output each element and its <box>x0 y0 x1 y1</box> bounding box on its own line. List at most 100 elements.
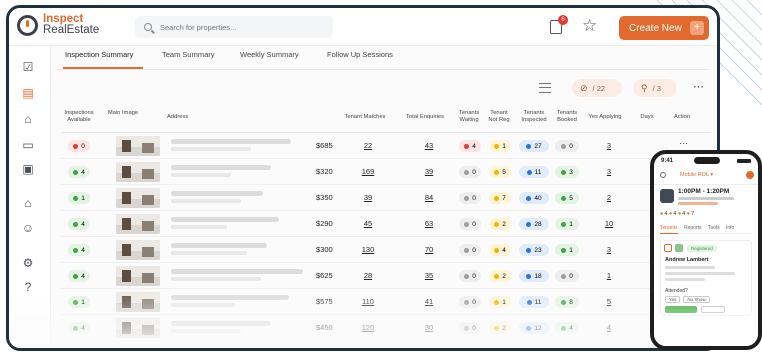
more-options-icon[interactable]: ⋯ <box>693 80 705 93</box>
tab-team-summary[interactable]: Team Summary <box>162 50 215 59</box>
pinned-columns-button[interactable]: ⚲ / 3 <box>633 79 677 97</box>
col-main-image[interactable]: Main Image <box>101 110 145 117</box>
col-total-enquiries[interactable]: Total Enquiries <box>401 114 449 121</box>
home-icon[interactable]: ⌂ <box>21 196 35 210</box>
tenant-matches-link[interactable]: 22 <box>356 141 380 150</box>
yes-applying-link[interactable]: 10 <box>597 219 621 228</box>
col-tenants-waiting[interactable]: Tenants Waiting <box>455 110 483 124</box>
booked-chip[interactable]: 3 <box>555 166 579 178</box>
phone-tab-tenants[interactable]: Tenants <box>660 225 678 231</box>
tab-follow-up-sessions[interactable]: Follow Up Sessions <box>327 50 393 59</box>
create-new-button[interactable]: Create New + <box>619 16 709 40</box>
yes-applying-link[interactable]: 1 <box>597 271 621 280</box>
phone-active-tab-indicator <box>660 233 678 234</box>
waiting-chip[interactable]: 0 <box>459 192 481 204</box>
not-reg-chip[interactable]: 7 <box>489 192 511 204</box>
total-enquiries-link[interactable]: 70 <box>417 245 441 254</box>
not-reg-chip[interactable]: 2 <box>489 218 511 230</box>
tab-inspection-summary[interactable]: Inspection Summary <box>65 50 133 59</box>
yes-applying-link[interactable]: 3 <box>597 245 621 254</box>
phone-tab-info[interactable]: Info <box>726 225 734 231</box>
col-action[interactable]: Action <box>669 114 695 121</box>
logo[interactable]: Inspect RealEstate <box>17 13 99 36</box>
waiting-chip[interactable]: 0 <box>459 270 481 282</box>
booked-chip[interactable]: 1 <box>555 244 579 256</box>
yes-applying-link[interactable]: 2 <box>597 193 621 202</box>
phone-avatar[interactable] <box>746 171 754 179</box>
table-row[interactable]: 1 $350 39 84 0 7 40 5 2 <box>61 185 711 211</box>
inspected-chip[interactable]: 18 <box>519 270 549 282</box>
col-address[interactable]: Address <box>167 114 188 121</box>
waiting-chip[interactable]: 0 <box>459 166 481 178</box>
total-enquiries-link[interactable]: 39 <box>417 167 441 176</box>
tenant-matches-link[interactable]: 28 <box>356 271 380 280</box>
waiting-chip[interactable]: 0 <box>459 244 481 256</box>
property-thumbnail[interactable] <box>116 240 160 260</box>
star-icon[interactable]: ☆ <box>582 17 597 34</box>
table-row[interactable]: 4 $290 45 63 0 2 28 1 10 <box>61 211 711 237</box>
tenant-matches-link[interactable]: 169 <box>356 167 380 176</box>
monitor-icon[interactable]: ▣ <box>21 162 35 176</box>
total-enquiries-link[interactable]: 63 <box>417 219 441 228</box>
col-tenant-not-reg[interactable]: Tenant Not Reg <box>485 110 513 124</box>
tenant-matches-link[interactable]: 130 <box>356 245 380 254</box>
yes-applying-link[interactable]: 3 <box>597 141 621 150</box>
phone-tab-reports[interactable]: Reports <box>684 225 702 231</box>
booked-chip[interactable]: 5 <box>555 192 579 204</box>
search-input[interactable] <box>160 22 320 32</box>
briefcase-icon[interactable]: ▭ <box>21 138 35 152</box>
col-tenant-matches[interactable]: Tenant Matches <box>342 114 388 121</box>
phone-option-yes[interactable]: Yes <box>665 296 681 303</box>
table-row[interactable]: 4 $320 169 39 0 5 11 3 3 <box>61 159 711 185</box>
tab-weekly-summary[interactable]: Weekly Summary <box>240 50 299 59</box>
col-yes-applying[interactable]: Yes Applying <box>585 114 625 121</box>
total-enquiries-link[interactable]: 35 <box>417 271 441 280</box>
phone-tenant-card[interactable]: Registered Andrew Lambert Attended? Yes … <box>660 240 752 316</box>
phone-property-select[interactable]: Mobile ROL ▾ <box>680 172 713 178</box>
inspected-count: 11 <box>534 168 542 176</box>
phone-tab-tools[interactable]: Tools <box>708 225 720 231</box>
phone-search-icon[interactable] <box>660 172 666 178</box>
not-reg-chip[interactable]: 4 <box>489 244 511 256</box>
total-enquiries-link[interactable]: 43 <box>417 141 441 150</box>
not-reg-chip[interactable]: 2 <box>489 270 511 282</box>
yes-applying-link[interactable]: 3 <box>597 167 621 176</box>
table-row[interactable]: 0 $685 22 43 4 1 27 0 3 ⋯ <box>61 133 711 159</box>
settings-icon[interactable]: ⚙ <box>21 256 35 270</box>
phone-option-no-show[interactable]: No Show <box>683 296 710 303</box>
booked-chip[interactable]: 1 <box>555 218 579 230</box>
inspected-chip[interactable]: 11 <box>519 166 549 178</box>
inspected-chip[interactable]: 40 <box>519 192 549 204</box>
col-tenants-inspected[interactable]: Tenants Inspected <box>517 110 551 124</box>
table-row[interactable]: 4 $300 130 70 0 4 23 1 3 <box>61 237 711 263</box>
property-thumbnail[interactable] <box>116 214 160 234</box>
col-available[interactable]: Inspections Available <box>61 110 97 124</box>
property-thumbnail[interactable] <box>116 266 160 286</box>
tenant-matches-link[interactable]: 45 <box>356 219 380 228</box>
table-row[interactable]: 4 $625 28 35 0 2 18 0 1 <box>61 263 711 289</box>
tenant-matches-link[interactable]: 39 <box>356 193 380 202</box>
inspected-chip[interactable]: 27 <box>519 140 549 152</box>
property-thumbnail[interactable] <box>116 162 160 182</box>
checkbox-icon[interactable]: ☑ <box>21 60 35 74</box>
inspected-chip[interactable]: 28 <box>519 218 549 230</box>
list-view-icon[interactable] <box>539 83 551 93</box>
col-days[interactable]: Days <box>637 114 657 121</box>
property-thumbnail[interactable] <box>116 188 160 208</box>
clipboard-icon[interactable]: ▤ <box>16 80 40 106</box>
inspected-chip[interactable]: 23 <box>519 244 549 256</box>
row-more-icon[interactable]: ⋯ <box>679 138 689 149</box>
col-tenants-booked[interactable]: Tenants Booked <box>553 110 581 124</box>
booked-chip[interactable]: 0 <box>555 140 579 152</box>
booked-chip[interactable]: 0 <box>555 270 579 282</box>
waiting-chip[interactable]: 0 <box>459 218 481 230</box>
waiting-chip[interactable]: 4 <box>459 140 481 152</box>
total-enquiries-link[interactable]: 84 <box>417 193 441 202</box>
search-box[interactable] <box>135 16 333 38</box>
not-reg-chip[interactable]: 5 <box>489 166 511 178</box>
users-icon[interactable]: ☺ <box>21 221 35 235</box>
not-reg-chip[interactable]: 1 <box>489 140 511 152</box>
notifications-icon[interactable]: 6 <box>550 15 568 34</box>
property-thumbnail[interactable] <box>116 136 160 156</box>
hidden-columns-button[interactable]: ⊘ / 22 <box>572 79 622 97</box>
